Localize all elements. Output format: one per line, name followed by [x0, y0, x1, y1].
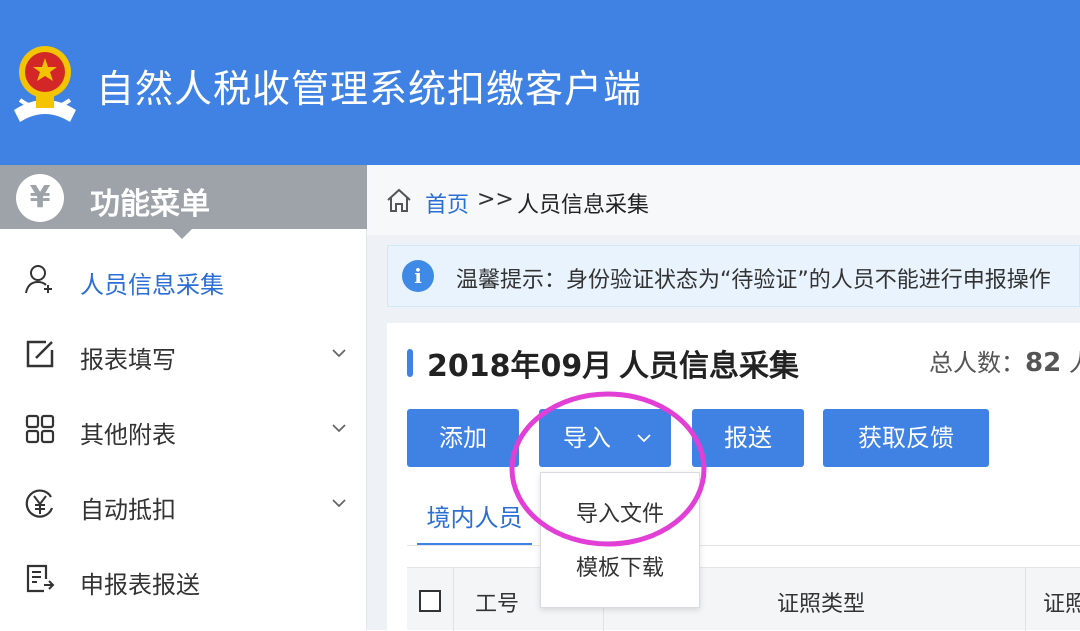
table-header: 工号 证照类型 证照 [407, 567, 1080, 631]
column-header-employee-id: 工号 [475, 592, 520, 617]
app-title: 自然人税收管理系统扣缴客户端 [96, 67, 643, 111]
total-value: 82 [1025, 348, 1062, 378]
breadcrumb: 首页 >> 人员信息采集 [367, 165, 1080, 235]
sidebar-item-label: 自动抵扣 [80, 496, 176, 524]
sidebar-item-label: 报表填写 [80, 346, 176, 374]
national-emblem-icon [14, 46, 76, 122]
sidebar-item-label: 人员信息采集 [80, 271, 224, 299]
function-menu-header: ¥ 功能菜单 [0, 165, 367, 229]
main-content: 首页 >> 人员信息采集 i 温馨提示：身份验证状态为“待验证”的人员不能进行申… [367, 165, 1080, 631]
page-title: 人员信息采集 [619, 349, 799, 384]
import-button[interactable]: 导入 [539, 409, 671, 467]
get-feedback-button[interactable]: 获取反馈 [823, 409, 989, 467]
chevron-down-icon [637, 434, 651, 443]
tab-domestic-personnel[interactable]: 境内人员 [417, 498, 532, 546]
add-button[interactable]: 添加 [407, 409, 519, 467]
document-send-icon [26, 564, 55, 593]
grid-icon [25, 414, 55, 444]
personnel-panel: 2018年09月 人员信息采集 总人数：82 人 添加 导入 报送 获取反馈 境… [387, 323, 1080, 631]
panel-period: 2018年09月 [427, 349, 613, 384]
import-dropdown-menu: 导入文件 模板下载 [540, 472, 700, 608]
sidebar-item-report-fill[interactable]: 报表填写 [0, 316, 366, 391]
chevron-down-icon [332, 499, 346, 508]
sidebar-item-personnel-info[interactable]: 人员信息采集 [0, 241, 366, 316]
sidebar-item-label: 其他附表 [80, 421, 176, 449]
total-label: 总人数： [929, 349, 1025, 377]
column-header-id-type: 证照类型 [777, 592, 866, 617]
tabs-divider [407, 545, 1080, 546]
yen-circle-icon [25, 489, 54, 518]
breadcrumb-current: 人员信息采集 [517, 193, 650, 218]
menu-pointer [170, 227, 194, 239]
import-button-label: 导入 [563, 424, 611, 452]
total-suffix: 人 [1069, 349, 1080, 377]
select-all-checkbox[interactable] [419, 590, 441, 612]
title-accent-bar [407, 349, 413, 377]
menu-item-import-file[interactable]: 导入文件 [541, 489, 699, 541]
menu-item-template-download[interactable]: 模板下载 [541, 543, 699, 595]
breadcrumb-home-link[interactable]: 首页 [425, 187, 469, 219]
column-divider [453, 568, 454, 631]
column-divider [1025, 568, 1026, 631]
sidebar-item-other-schedules[interactable]: 其他附表 [0, 391, 366, 466]
chevron-down-icon [332, 349, 346, 358]
yen-icon: ¥ [16, 174, 64, 222]
breadcrumb-separator: >> [477, 187, 514, 212]
user-add-icon [25, 265, 52, 294]
edit-icon [26, 340, 54, 368]
info-icon: i [402, 260, 434, 292]
sidebar-item-auto-deduction[interactable]: 自动抵扣 [0, 466, 366, 541]
sidebar-item-label: 申报表报送 [80, 571, 200, 599]
notice-banner: i 温馨提示：身份验证状态为“待验证”的人员不能进行申报操作 [387, 245, 1080, 307]
notice-text: 温馨提示：身份验证状态为“待验证”的人员不能进行申报操作 [456, 268, 1051, 293]
chevron-down-icon [332, 424, 346, 433]
home-icon[interactable] [385, 186, 413, 214]
app-header: 自然人税收管理系统扣缴客户端 [0, 0, 1080, 165]
function-menu-title: 功能菜单 [90, 187, 210, 222]
total-count: 总人数：82 人 [929, 343, 1080, 378]
sidebar: ¥ 功能菜单 人员信息采集 报表填写 其他附表 自动抵扣 申报表报送 [0, 165, 367, 630]
sidebar-item-declaration-send[interactable]: 申报表报送 [0, 541, 366, 616]
column-header-id-number: 证照 [1043, 592, 1080, 617]
send-button[interactable]: 报送 [692, 409, 804, 467]
